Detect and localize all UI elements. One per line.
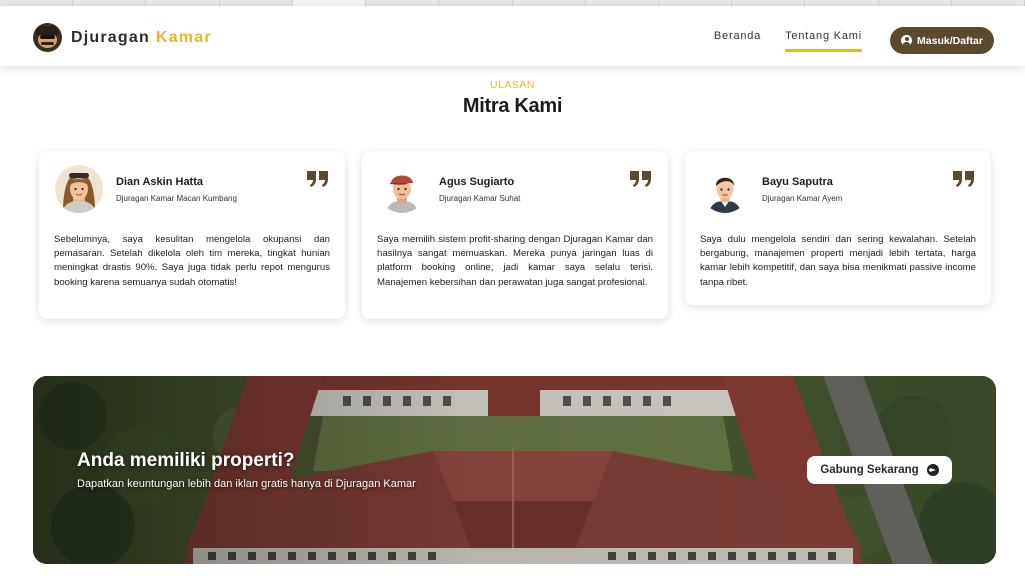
testimonial-role: Djuragan Kamar Macan Kumbang	[116, 194, 237, 203]
testimonial-card: Bayu Saputra Djuragan Kamar Ayem Saya du…	[685, 151, 991, 305]
arrow-right-circle-icon	[926, 464, 939, 476]
login-register-label: Masuk/Daftar	[917, 34, 983, 47]
mustache-man-logo-icon	[33, 23, 62, 52]
avatar-man	[701, 165, 749, 213]
login-register-button[interactable]: Masuk/Daftar	[890, 27, 994, 54]
cta-subtitle: Dapatkan keuntungan lebih dan iklan grat…	[77, 478, 416, 490]
main-nav: Beranda Tentang Kami	[714, 30, 862, 52]
join-now-button[interactable]: Gabung Sekarang	[807, 456, 952, 484]
cta-banner: Anda memiliki properti? Dapatkan keuntun…	[33, 376, 996, 564]
testimonial-text: Saya dulu mengelola sendiri dan sering k…	[700, 234, 976, 288]
brand-name-accent: Kamar	[155, 28, 212, 46]
avatar-man-cap	[378, 165, 426, 213]
quote-icon	[307, 171, 328, 187]
nav-link-beranda[interactable]: Beranda	[714, 30, 761, 52]
testimonial-name: Bayu Saputra	[762, 176, 833, 188]
quote-icon	[953, 171, 974, 187]
testimonial-text: Saya memilih sistem profit-sharing denga…	[377, 234, 653, 288]
avatar-woman	[55, 165, 103, 213]
brand-name: Djuragan Kamar	[71, 28, 212, 46]
testimonial-card: Dian Askin Hatta Djuragan Kamar Macan Ku…	[39, 151, 345, 319]
testimonial-name: Agus Sugiarto	[439, 176, 515, 188]
user-circle-icon	[901, 35, 913, 46]
brand-home-link[interactable]: Djuragan Kamar	[33, 23, 212, 52]
join-now-label: Gabung Sekarang	[820, 464, 919, 476]
testimonial-role: Djuragan Kamar Suhat	[439, 194, 521, 203]
quote-icon	[630, 171, 651, 187]
nav-link-tentang-kami[interactable]: Tentang Kami	[785, 30, 862, 52]
section-kicker: ULASAN	[489, 79, 535, 91]
section-title: Mitra Kami	[462, 95, 563, 117]
testimonial-role: Djuragan Kamar Ayem	[762, 194, 843, 203]
cta-title: Anda memiliki properti?	[77, 450, 295, 471]
testimonial-text: Sebelumnya, saya kesulitan mengelola oku…	[54, 234, 330, 288]
testimonial-card: Agus Sugiarto Djuragan Kamar Suhat Saya …	[362, 151, 668, 319]
navbar: Djuragan Kamar Beranda Tentang Kami Masuk…	[0, 6, 1025, 66]
testimonial-name: Dian Askin Hatta	[116, 176, 204, 188]
